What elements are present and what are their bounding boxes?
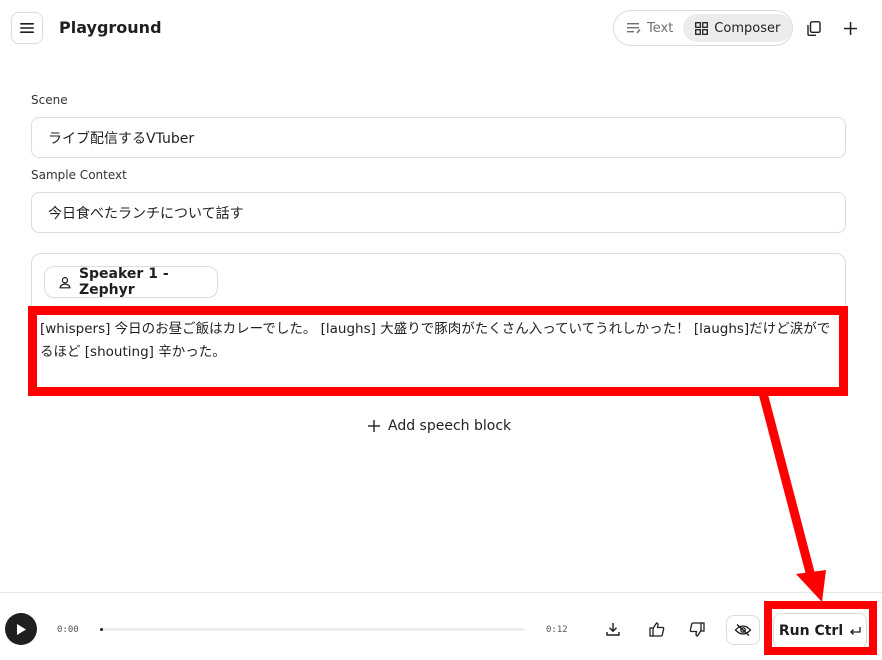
scene-label: Scene xyxy=(31,93,68,107)
scene-input[interactable]: ライブ配信するVTuber xyxy=(31,117,846,158)
annotation-highlight-speech xyxy=(28,306,848,396)
total-time: 0:12 xyxy=(546,625,568,635)
copy-button[interactable] xyxy=(804,18,824,38)
grid-icon xyxy=(695,21,709,35)
plus-icon xyxy=(368,420,380,432)
new-button[interactable] xyxy=(840,18,860,38)
mode-toggle: Text Composer xyxy=(613,10,793,46)
person-icon xyxy=(59,276,71,288)
play-button[interactable] xyxy=(5,613,37,645)
annotation-highlight-run xyxy=(764,601,877,655)
current-time: 0:00 xyxy=(57,625,79,635)
hide-button[interactable] xyxy=(726,615,760,645)
menu-button[interactable] xyxy=(11,12,43,44)
thumbs-up-icon xyxy=(649,621,665,637)
add-speech-block-button[interactable]: Add speech block xyxy=(368,418,511,434)
sample-context-input[interactable]: 今日食べたランチについて話す xyxy=(31,192,846,233)
tab-text[interactable]: Text xyxy=(617,14,683,42)
sample-context-label: Sample Context xyxy=(31,168,127,182)
progress-track[interactable] xyxy=(100,628,524,631)
download-icon xyxy=(606,623,620,636)
copy-icon xyxy=(807,20,821,36)
tab-composer-label: Composer xyxy=(714,20,781,36)
add-speech-block-label: Add speech block xyxy=(388,418,512,434)
tab-text-label: Text xyxy=(647,20,674,36)
header: Playground Text Composer xyxy=(0,0,882,60)
thumbs-down-button[interactable] xyxy=(687,619,707,639)
thumbs-down-icon xyxy=(689,621,705,637)
speaker-label: Speaker 1 - Zephyr xyxy=(78,266,169,298)
thumbs-up-button[interactable] xyxy=(647,619,667,639)
play-icon xyxy=(17,623,26,635)
page-title: Playground xyxy=(59,18,162,37)
tab-composer[interactable]: Composer xyxy=(683,14,793,42)
download-button[interactable] xyxy=(603,619,623,639)
plus-icon xyxy=(843,21,857,35)
menu-icon xyxy=(20,23,34,33)
progress-fill xyxy=(100,628,103,631)
speaker-selector[interactable]: Speaker 1 - Zephyr xyxy=(44,266,218,298)
audio-player: 0:00 0:12 Run Ctrl xyxy=(0,592,882,660)
text-lines-icon xyxy=(627,23,641,34)
eye-off-icon xyxy=(734,623,752,637)
